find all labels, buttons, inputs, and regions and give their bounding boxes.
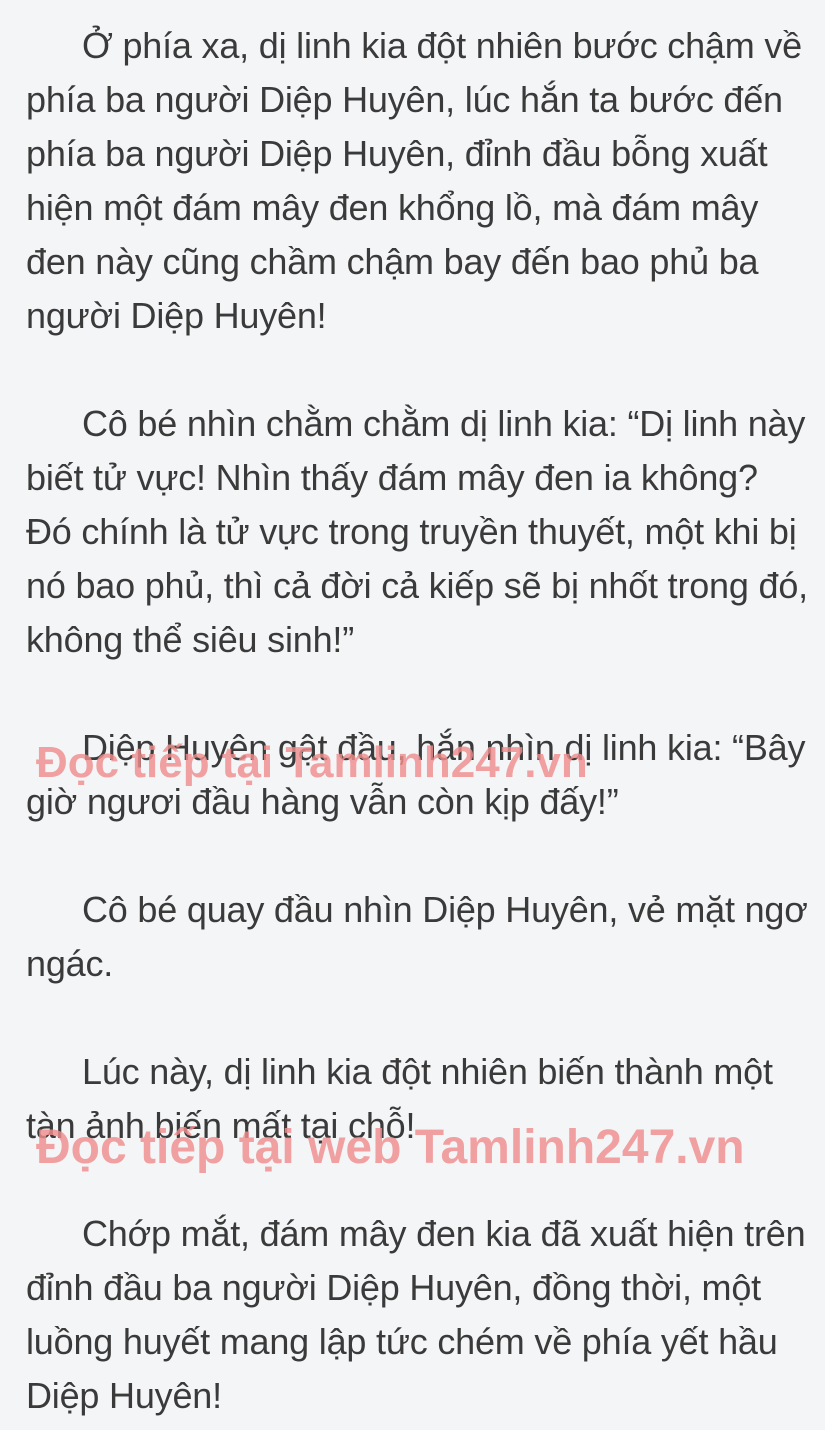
paragraph-4: Cô bé quay đầu nhìn Diệp Huyên, vẻ mặt n… <box>26 889 808 984</box>
paragraph-2: Cô bé nhìn chằm chằm dị linh kia: “Dị li… <box>26 403 808 660</box>
story-text: Ở phía xa, dị linh kia đột nhiên bước ch… <box>26 19 811 1423</box>
paragraph-3: Diệp Huyên gật đầu, hắn nhìn dị linh kia… <box>26 727 806 822</box>
paragraph-5: Lúc này, dị linh kia đột nhiên biến thàn… <box>26 1051 773 1146</box>
paragraph-1: Ở phía xa, dị linh kia đột nhiên bước ch… <box>26 25 802 336</box>
reader-page: Ở phía xa, dị linh kia đột nhiên bước ch… <box>0 0 825 1430</box>
paragraph-6: Chớp mắt, đám mây đen kia đã xuất hiện t… <box>26 1213 806 1416</box>
